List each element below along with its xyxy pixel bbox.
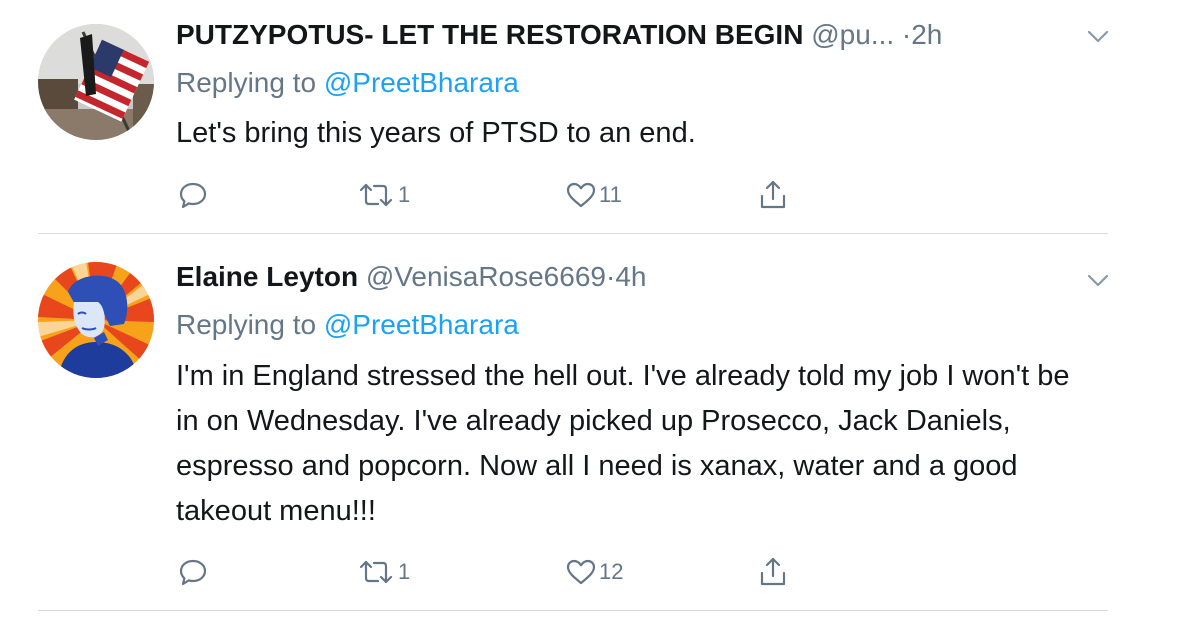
replying-to-label: Replying to [176, 309, 324, 340]
handle[interactable]: @VenisaRose6669 [366, 261, 606, 292]
reply-icon [179, 182, 207, 209]
handle[interactable]: @pu... [811, 19, 894, 50]
flag-avatar-image [38, 24, 154, 140]
like-button[interactable]: 12 [565, 552, 623, 592]
replying-to-label: Replying to [176, 67, 324, 98]
reply-button[interactable] [178, 175, 208, 215]
retweet-count: 1 [398, 182, 411, 207]
retweet-icon [359, 183, 393, 207]
portrait-avatar-image [38, 262, 154, 378]
share-button[interactable] [758, 552, 788, 592]
tweet-header: PUTZYPOTUS- LET THE RESTORATION BEGIN @p… [176, 18, 942, 52]
like-button[interactable]: 11 [565, 175, 622, 215]
chevron-down-icon[interactable] [1086, 28, 1110, 46]
chevron-down-icon[interactable] [1086, 272, 1110, 290]
share-button[interactable] [758, 175, 788, 215]
share-icon [760, 180, 786, 209]
heart-icon [566, 182, 596, 208]
tweet-text: I'm in England stressed the hell out. I'… [176, 360, 1070, 527]
separator: · [605, 261, 616, 292]
retweet-count: 1 [398, 559, 411, 584]
display-name[interactable]: Elaine Leyton [176, 261, 358, 292]
retweet-icon [359, 560, 393, 584]
avatar[interactable] [38, 262, 154, 378]
divider [38, 610, 1108, 611]
tweet-text: Let's bring this years of PTSD to an end… [176, 117, 696, 149]
avatar[interactable] [38, 24, 154, 140]
tweet[interactable]: Elaine Leyton @VenisaRose6669·4h Replyin… [0, 234, 1200, 612]
display-name[interactable]: PUTZYPOTUS- LET THE RESTORATION BEGIN [176, 19, 803, 50]
reply-icon [179, 559, 207, 586]
like-count: 12 [599, 559, 624, 584]
share-icon [760, 557, 786, 586]
tweet-header: Elaine Leyton @VenisaRose6669·4h [176, 260, 646, 294]
replying-to: Replying to @PreetBharara [176, 66, 519, 100]
mention-link[interactable]: @PreetBharara [324, 67, 519, 98]
tweet-actions: 1 12 [0, 552, 1200, 592]
timestamp[interactable]: 4h [615, 261, 646, 292]
like-count: 11 [599, 182, 622, 207]
tweet[interactable]: PUTZYPOTUS- LET THE RESTORATION BEGIN @p… [0, 0, 1200, 234]
heart-icon [566, 559, 596, 585]
tweet-actions: 1 11 [0, 175, 1200, 215]
reply-button[interactable] [178, 552, 208, 592]
mention-link[interactable]: @PreetBharara [324, 309, 519, 340]
retweet-button[interactable]: 1 [356, 175, 410, 215]
retweet-button[interactable]: 1 [356, 552, 410, 592]
separator: · [901, 19, 912, 50]
replying-to: Replying to @PreetBharara [176, 308, 519, 342]
timestamp[interactable]: 2h [911, 19, 942, 50]
